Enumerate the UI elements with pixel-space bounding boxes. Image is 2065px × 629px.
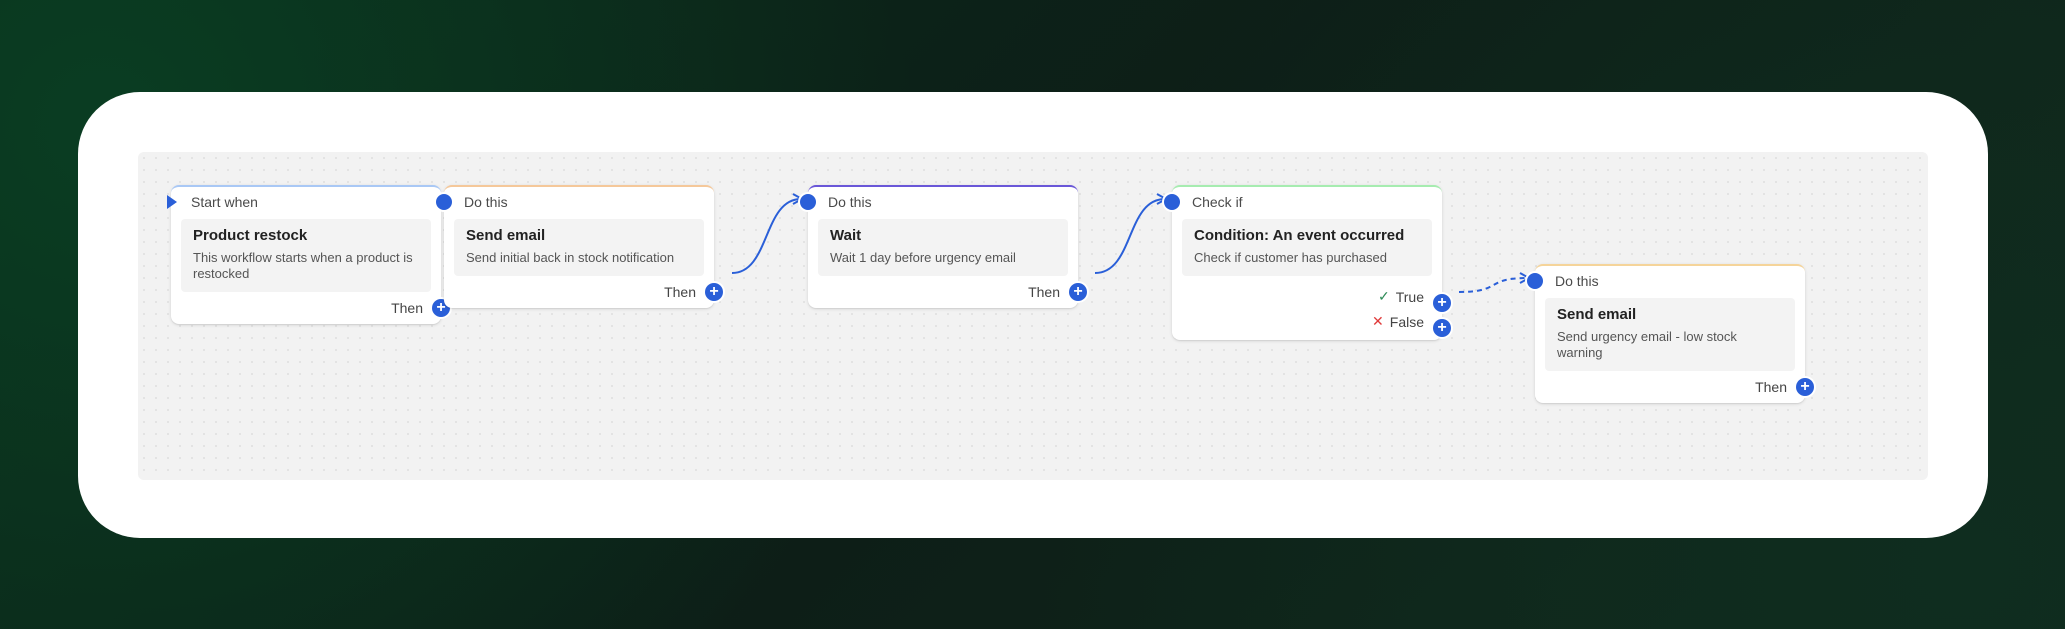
add-step-button[interactable]: +	[705, 283, 723, 301]
node-description: Wait 1 day before urgency email	[830, 250, 1016, 265]
node-send-email-urgency[interactable]: Do this Send email Send urgency email - …	[1527, 264, 1814, 403]
node-body: Wait Wait 1 day before urgency email	[818, 219, 1068, 276]
branch-true-label: True	[1395, 288, 1424, 305]
node-description: This workflow starts when a product is r…	[193, 250, 413, 281]
node-body: Condition: An event occurred Check if cu…	[1182, 219, 1432, 276]
node-title: Condition: An event occurred	[1194, 227, 1405, 244]
workflow-canvas[interactable]: Start when Product restock This workflow…	[138, 152, 1928, 480]
node-title: Wait	[830, 227, 862, 244]
node-footer: Then	[1535, 371, 1805, 403]
branch-false-label: False	[1389, 313, 1424, 330]
then-label: Then	[664, 284, 696, 300]
connector-check-false-to-send2	[1458, 277, 1529, 293]
node-description: Send urgency email - low stock warning	[1557, 329, 1737, 360]
node-title: Send email	[1557, 306, 1637, 323]
node-start-when[interactable]: Start when Product restock This workflow…	[167, 185, 450, 324]
then-label: Then	[391, 300, 423, 316]
branch-true-row: ✓ True	[1172, 284, 1442, 309]
node-title: Send email	[466, 227, 546, 244]
input-connector-dot[interactable]	[800, 194, 816, 210]
add-step-button[interactable]: +	[1069, 283, 1087, 301]
cross-icon: ✕	[1372, 313, 1384, 329]
add-true-branch-button[interactable]: +	[1433, 294, 1451, 312]
node-footer: Then	[171, 292, 441, 324]
node-title: Product restock	[193, 227, 308, 244]
trigger-icon	[167, 195, 177, 209]
check-icon: ✓	[1377, 288, 1390, 304]
node-body: Product restock This workflow starts whe…	[181, 219, 431, 292]
node-footer: Then	[444, 276, 714, 308]
node-header: Start when	[191, 194, 258, 210]
input-connector-dot[interactable]	[1527, 273, 1543, 289]
node-header: Do this	[464, 194, 508, 210]
branch-false-row: ✕ False	[1172, 309, 1442, 334]
add-step-button[interactable]: +	[1796, 378, 1814, 396]
node-body: Send email Send urgency email - low stoc…	[1545, 298, 1795, 371]
then-label: Then	[1028, 284, 1060, 300]
connector-send1-to-wait	[731, 198, 802, 274]
node-footer: Then	[808, 276, 1078, 308]
node-description: Send initial back in stock notification	[466, 250, 675, 265]
node-wait[interactable]: Do this Wait Wait 1 day before urgency e…	[800, 185, 1087, 308]
workflow-panel: Start when Product restock This workflow…	[78, 92, 1988, 538]
node-body: Send email Send initial back in stock no…	[454, 219, 704, 276]
add-false-branch-button[interactable]: +	[1433, 319, 1451, 337]
input-connector-dot[interactable]	[1164, 194, 1180, 210]
node-check-if[interactable]: Check if Condition: An event occurred Ch…	[1164, 185, 1451, 340]
node-header: Do this	[1555, 273, 1599, 289]
connector-wait-to-check	[1094, 198, 1166, 274]
node-send-email-initial[interactable]: Do this Send email Send initial back in …	[436, 185, 723, 308]
node-header: Check if	[1192, 194, 1243, 210]
input-connector-dot[interactable]	[436, 194, 452, 210]
node-description: Check if customer has purchased	[1194, 250, 1387, 265]
then-label: Then	[1755, 379, 1787, 395]
node-header: Do this	[828, 194, 872, 210]
